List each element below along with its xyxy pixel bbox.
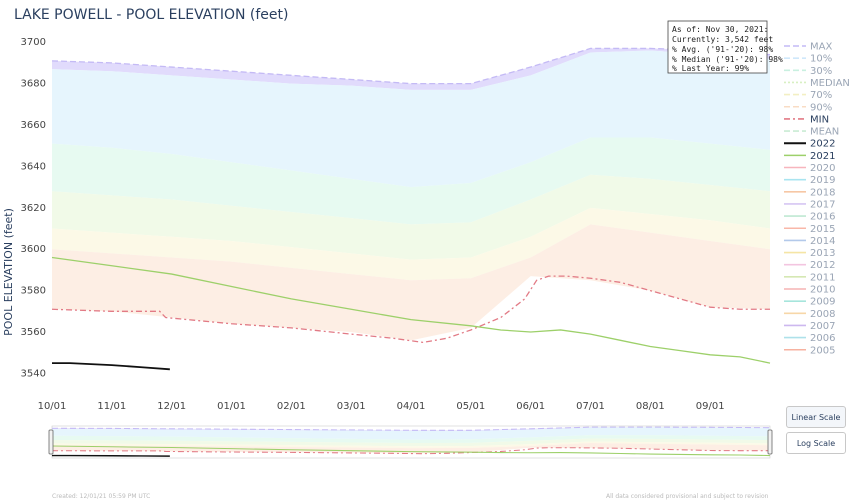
legend-item-2021[interactable]: 2021 bbox=[784, 151, 835, 162]
legend-item-70%[interactable]: 70% bbox=[784, 90, 832, 101]
legend-item-90%[interactable]: 90% bbox=[784, 102, 832, 113]
legend-item-max[interactable]: MAX bbox=[784, 42, 832, 53]
legend-item-2015[interactable]: 2015 bbox=[784, 224, 835, 235]
x-tick-label: 05/01 bbox=[456, 401, 485, 412]
legend-label: 2011 bbox=[810, 272, 835, 283]
y-tick-label: 3540 bbox=[21, 368, 46, 379]
x-tick-label: 11/01 bbox=[97, 401, 126, 412]
footer-disclaimer: All data considered provisional and subj… bbox=[606, 493, 769, 500]
legend-item-2009[interactable]: 2009 bbox=[784, 297, 835, 308]
legend-item-2007[interactable]: 2007 bbox=[784, 321, 835, 332]
info-currently: Currently: 3,542 feet bbox=[672, 35, 773, 44]
range-slider[interactable] bbox=[48, 425, 773, 459]
y-tick-label: 3640 bbox=[21, 161, 46, 172]
info-as-of: As of: Nov 30, 2021: bbox=[672, 25, 768, 34]
legend-label: 70% bbox=[810, 90, 832, 101]
legend-item-median[interactable]: MEDIAN bbox=[784, 78, 850, 89]
range-handle-right[interactable] bbox=[767, 429, 773, 455]
info-pct-median: % Median ('91-'20): 98% bbox=[672, 55, 783, 64]
legend-item-2018[interactable]: 2018 bbox=[784, 187, 835, 198]
legend-item-2013[interactable]: 2013 bbox=[784, 248, 835, 259]
legend-label: 2022 bbox=[810, 139, 835, 150]
legend-item-2014[interactable]: 2014 bbox=[784, 236, 835, 247]
y-tick-label: 3680 bbox=[21, 79, 46, 90]
info-box: As of: Nov 30, 2021: Currently: 3,542 fe… bbox=[667, 20, 783, 74]
legend-item-2012[interactable]: 2012 bbox=[784, 260, 835, 271]
x-tick-label: 01/01 bbox=[217, 401, 246, 412]
legend-label: 2006 bbox=[810, 333, 835, 344]
legend[interactable]: MAX10%30%MEDIAN70%90%MIN MEAN202220212020… bbox=[784, 42, 850, 357]
x-tick-label: 02/01 bbox=[277, 401, 306, 412]
legend-label: 2008 bbox=[810, 309, 835, 320]
y-axis-ticks: 3540 3560 3580 3600 3620 3640 3660 3680 3700 bbox=[21, 37, 46, 379]
x-tick-label: 06/01 bbox=[516, 401, 545, 412]
legend-label: 2019 bbox=[810, 175, 835, 186]
legend-item-2022[interactable]: 2022 bbox=[784, 139, 835, 150]
legend-item-2005[interactable]: 2005 bbox=[784, 345, 835, 356]
legend-label: 2009 bbox=[810, 297, 835, 308]
legend-item-2006[interactable]: 2006 bbox=[784, 333, 835, 344]
y-tick-label: 3660 bbox=[21, 120, 46, 131]
legend-label: 2005 bbox=[810, 345, 835, 356]
y-tick-label: 3560 bbox=[21, 327, 46, 338]
legend-label: 2018 bbox=[810, 187, 835, 198]
x-tick-label: 07/01 bbox=[576, 401, 605, 412]
legend-label: 2015 bbox=[810, 224, 835, 235]
range-series-2022 bbox=[52, 454, 170, 457]
legend-label: 2007 bbox=[810, 321, 835, 332]
legend-item-30%[interactable]: 30% bbox=[784, 66, 832, 77]
legend-label: 2016 bbox=[810, 212, 835, 223]
x-tick-label: 09/01 bbox=[696, 401, 725, 412]
legend-item-10%[interactable]: 10% bbox=[784, 54, 832, 65]
pool-elevation-chart: LAKE POWELL - POOL ELEVATION (feet) 3540… bbox=[2, 7, 850, 459]
legend-item-2011[interactable]: 2011 bbox=[784, 272, 835, 283]
legend-item-2016[interactable]: 2016 bbox=[784, 212, 835, 223]
legend-label: 90% bbox=[810, 102, 832, 113]
x-tick-label: 12/01 bbox=[157, 401, 186, 412]
legend-label: 2021 bbox=[810, 151, 835, 162]
info-pct-avg: % Avg. ('91-'20): 98% bbox=[672, 45, 773, 54]
x-tick-label: 04/01 bbox=[397, 401, 426, 412]
legend-item-2019[interactable]: 2019 bbox=[784, 175, 835, 186]
legend-item-2017[interactable]: 2017 bbox=[784, 199, 835, 210]
x-axis-ticks: 10/01 11/01 12/01 01/01 02/01 03/01 04/01 05/01… bbox=[38, 401, 725, 412]
legend-label: 2017 bbox=[810, 199, 835, 210]
y-tick-label: 3700 bbox=[21, 37, 46, 48]
legend-label: 2012 bbox=[810, 260, 835, 271]
legend-label: MIN bbox=[810, 114, 829, 125]
legend-label: 30% bbox=[810, 66, 832, 77]
legend-item-min[interactable]: MIN bbox=[784, 114, 829, 125]
legend-item-2020[interactable]: 2020 bbox=[784, 163, 835, 174]
y-tick-label: 3580 bbox=[21, 286, 46, 297]
legend-label: MEDIAN bbox=[810, 78, 850, 89]
x-tick-label: 03/01 bbox=[337, 401, 366, 412]
y-tick-label: 3600 bbox=[21, 244, 46, 255]
legend-item-2008[interactable]: 2008 bbox=[784, 309, 835, 320]
legend-label: 2013 bbox=[810, 248, 835, 259]
x-tick-label: 10/01 bbox=[38, 401, 67, 412]
info-pct-last-year: % Last Year: 99% bbox=[672, 64, 749, 73]
legend-label: 2010 bbox=[810, 285, 835, 296]
legend-item-2010[interactable]: 2010 bbox=[784, 285, 835, 296]
legend-label: 10% bbox=[810, 54, 832, 65]
x-tick-label: 08/01 bbox=[636, 401, 665, 412]
legend-label: MEAN bbox=[810, 127, 839, 138]
footer-created: Created: 12/01/21 05:59 PM UTC bbox=[52, 493, 151, 500]
chart-title: LAKE POWELL - POOL ELEVATION (feet) bbox=[14, 7, 288, 23]
y-axis-label: POOL ELEVATION (feet) bbox=[2, 208, 15, 336]
y-tick-label: 3620 bbox=[21, 203, 46, 214]
legend-label: 2014 bbox=[810, 236, 835, 247]
legend-label: MAX bbox=[810, 42, 832, 53]
legend-label: 2020 bbox=[810, 163, 835, 174]
legend-item-mean[interactable]: MEAN bbox=[784, 127, 839, 138]
log-scale-button[interactable]: Log Scale bbox=[786, 432, 846, 454]
linear-scale-button[interactable]: Linear Scale bbox=[786, 406, 846, 428]
range-handle-left[interactable] bbox=[48, 429, 54, 455]
